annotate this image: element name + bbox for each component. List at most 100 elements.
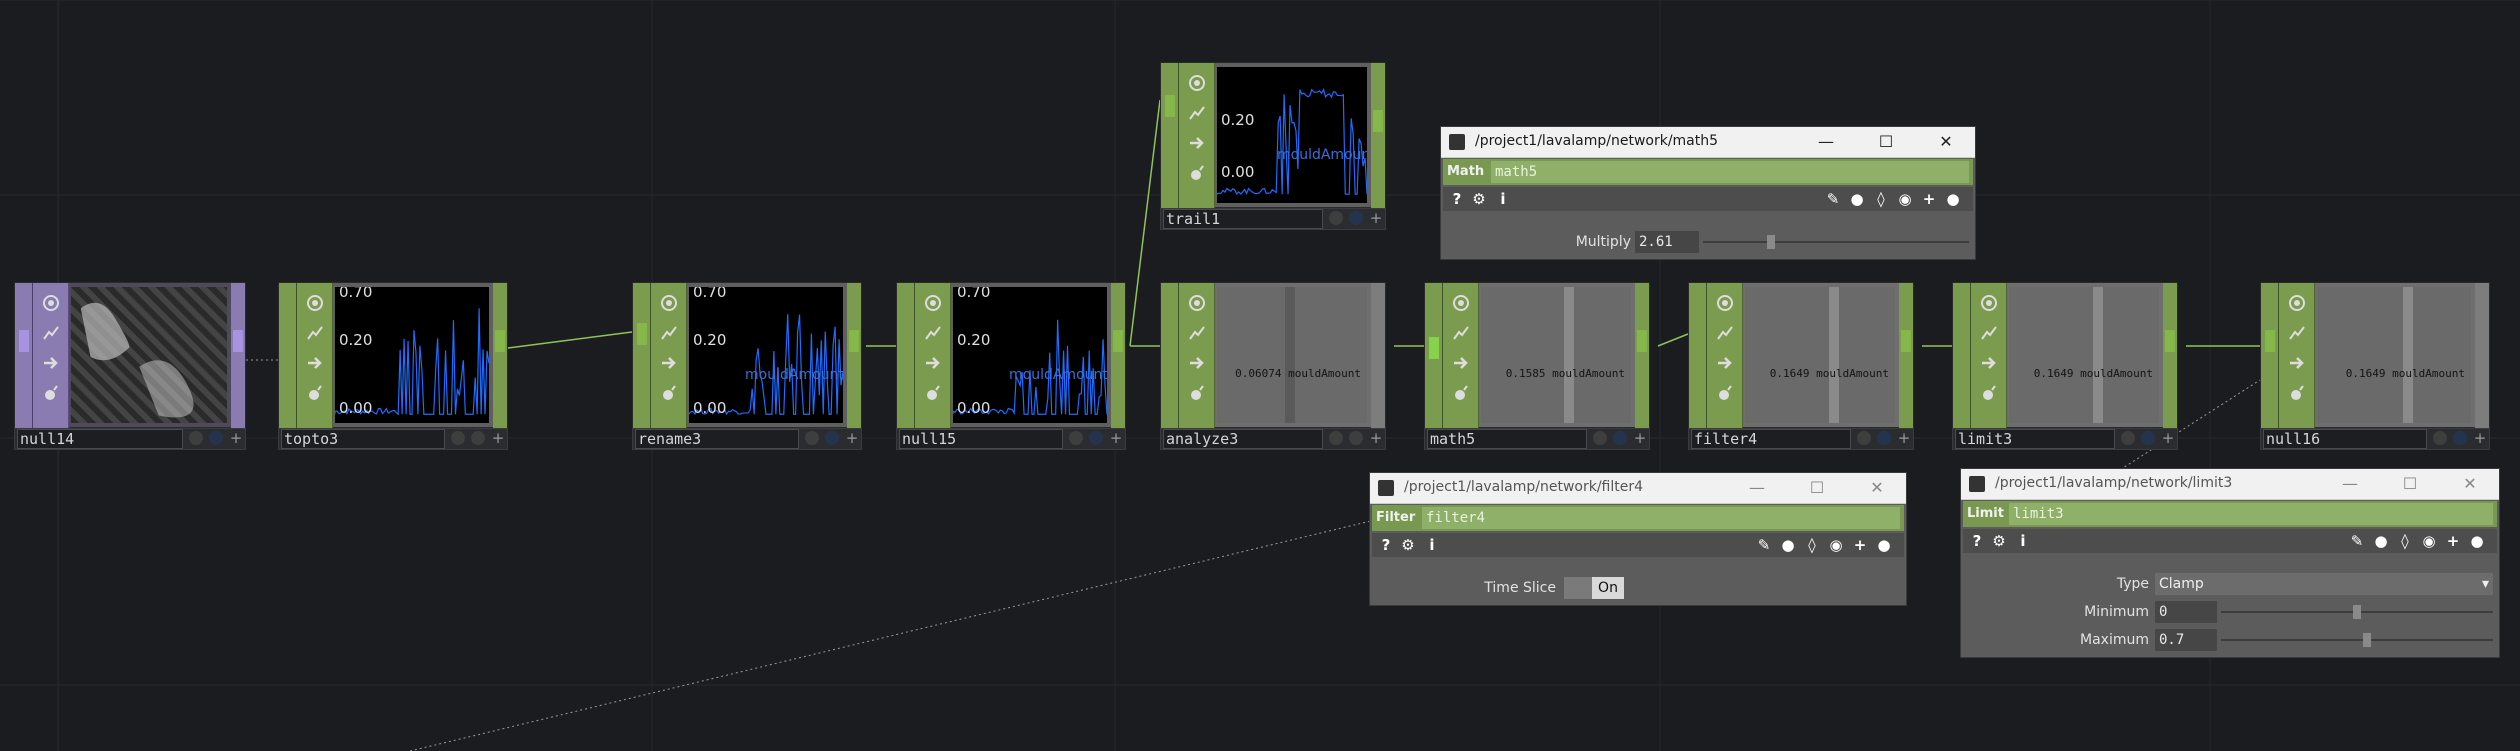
node-null15[interactable]: 0.70 0.20 0.00 mouldAmount null15 + [896, 282, 1126, 450]
help-icon[interactable]: ? [1967, 531, 1987, 551]
node-input-port[interactable] [633, 283, 651, 429]
arrow-right-icon[interactable] [1707, 349, 1743, 377]
info-icon[interactable]: i [1493, 189, 1513, 209]
bucket-icon[interactable]: ◊ [2395, 531, 2415, 551]
node-trail1[interactable]: 0.20 0.00 mouldAmount trail1 + [1160, 62, 1386, 230]
bypass-icon[interactable] [651, 379, 687, 407]
cook-icon[interactable] [1443, 319, 1479, 347]
bypass-icon[interactable] [1971, 379, 2007, 407]
minimize-icon[interactable]: — [1746, 476, 1768, 498]
node-name[interactable]: topto3 [281, 429, 445, 449]
node-name[interactable]: null15 [899, 429, 1063, 449]
help-icon[interactable]: ? [1376, 535, 1396, 555]
arrow-right-icon[interactable] [2279, 349, 2315, 377]
parameter-dialog-filter4[interactable]: /project1/lavalamp/network/filter4 — ☐ ✕… [1369, 472, 1907, 606]
arrow-right-icon[interactable] [1179, 129, 1215, 157]
node-analyze3[interactable]: 0.06074 mouldAmount analyze3 + [1160, 282, 1386, 450]
multiply-slider[interactable] [1703, 241, 1969, 243]
dialog-titlebar[interactable]: /project1/lavalamp/network/math5 — ☐ ✕ [1441, 127, 1975, 158]
lock-flag[interactable] [805, 431, 819, 445]
close-icon[interactable]: ✕ [2459, 472, 2481, 494]
arrow-right-icon[interactable] [1443, 349, 1479, 377]
dialog-titlebar[interactable]: /project1/lavalamp/network/limit3 — ☐ ✕ [1961, 469, 2499, 500]
pencil-icon[interactable]: ✎ [1754, 535, 1774, 555]
display-flag[interactable] [2453, 431, 2467, 445]
node-name[interactable]: null14 [17, 429, 183, 449]
viewer-toggle-icon[interactable] [915, 289, 951, 317]
node-input-port[interactable] [1953, 283, 1971, 429]
dot-icon[interactable]: ● [1874, 535, 1894, 555]
node-output-port[interactable] [847, 283, 861, 429]
bypass-icon[interactable] [1443, 379, 1479, 407]
maximize-icon[interactable]: ☐ [2399, 472, 2421, 494]
cook-icon[interactable] [2279, 319, 2315, 347]
node-input-port[interactable] [15, 283, 33, 429]
node-input-port[interactable] [897, 283, 915, 429]
viewer-toggle-icon[interactable] [1443, 289, 1479, 317]
python-help-icon[interactable]: ⚙ [1398, 535, 1418, 555]
cook-icon[interactable] [1179, 99, 1215, 127]
node-output-port[interactable] [1371, 283, 1385, 429]
parameter-dialog-math5[interactable]: /project1/lavalamp/network/math5 — ☐ ✕ M… [1440, 126, 1976, 260]
viewer-toggle-icon[interactable] [33, 289, 69, 317]
arrow-right-icon[interactable] [915, 349, 951, 377]
maximize-icon[interactable]: ☐ [1875, 130, 1897, 152]
arrow-right-icon[interactable] [297, 349, 333, 377]
comment-icon[interactable]: ● [2371, 531, 2391, 551]
plus-icon[interactable]: + [2161, 431, 2175, 446]
python-help-icon[interactable]: ⚙ [1469, 189, 1489, 209]
viewer-toggle-icon[interactable] [1179, 69, 1215, 97]
maximum-field[interactable]: 0.7 [2155, 629, 2217, 651]
lock-flag[interactable] [189, 431, 203, 445]
maximum-slider[interactable] [2221, 639, 2493, 641]
node-name[interactable]: analyze3 [1163, 429, 1323, 449]
node-input-port[interactable] [1425, 283, 1443, 429]
close-icon[interactable]: ✕ [1866, 476, 1888, 498]
node-input-port[interactable] [1161, 63, 1179, 209]
lock-flag[interactable] [451, 431, 465, 445]
node-filter4[interactable]: 0.1649 mouldAmount filter4 + [1688, 282, 1914, 450]
plus-icon[interactable]: + [2473, 431, 2487, 446]
comment-icon[interactable]: ● [1778, 535, 1798, 555]
node-input-port[interactable] [2261, 283, 2279, 429]
node-output-port[interactable] [1371, 63, 1385, 209]
bypass-icon[interactable] [2279, 379, 2315, 407]
node-name[interactable]: null16 [2263, 429, 2427, 449]
lock-flag[interactable] [1593, 431, 1607, 445]
lock-flag[interactable] [2121, 431, 2135, 445]
node-output-port[interactable] [493, 283, 507, 429]
bypass-icon[interactable] [33, 379, 69, 407]
lock-flag[interactable] [1329, 431, 1343, 445]
timeslice-toggle[interactable]: On [1564, 577, 1624, 599]
parameter-dialog-limit3[interactable]: /project1/lavalamp/network/limit3 — ☐ ✕ … [1960, 468, 2500, 658]
node-name[interactable]: math5 [1427, 429, 1587, 449]
node-input-port[interactable] [1689, 283, 1707, 429]
node-name[interactable]: limit3 [1955, 429, 2115, 449]
node-output-port[interactable] [1899, 283, 1913, 429]
cook-icon[interactable] [1971, 319, 2007, 347]
python-icon[interactable]: ◉ [2419, 531, 2439, 551]
minimize-icon[interactable]: — [1815, 130, 1837, 152]
info-icon[interactable]: i [1422, 535, 1442, 555]
viewer-toggle-icon[interactable] [297, 289, 333, 317]
bypass-icon[interactable] [915, 379, 951, 407]
viewer-toggle-icon[interactable] [2279, 289, 2315, 317]
help-icon[interactable]: ? [1447, 189, 1467, 209]
maximum-slider-handle[interactable] [2363, 633, 2371, 647]
node-output-port[interactable] [2163, 283, 2177, 429]
viewer-toggle-icon[interactable] [1179, 289, 1215, 317]
bucket-icon[interactable]: ◊ [1871, 189, 1891, 209]
minimum-slider-handle[interactable] [2353, 605, 2361, 619]
info-icon[interactable]: i [2013, 531, 2033, 551]
node-rename3[interactable]: 0.70 0.20 0.00 mouldAmount rename3 + [632, 282, 862, 450]
arrow-right-icon[interactable] [1971, 349, 2007, 377]
node-output-port[interactable] [231, 283, 245, 429]
plus-icon[interactable]: + [1109, 431, 1123, 446]
plus-icon[interactable]: + [491, 431, 505, 446]
lock-flag[interactable] [1329, 211, 1343, 225]
bucket-icon[interactable]: ◊ [1802, 535, 1822, 555]
viewer-toggle-icon[interactable] [651, 289, 687, 317]
node-name[interactable]: trail1 [1163, 209, 1323, 229]
python-help-icon[interactable]: ⚙ [1989, 531, 2009, 551]
display-flag[interactable] [2141, 431, 2155, 445]
